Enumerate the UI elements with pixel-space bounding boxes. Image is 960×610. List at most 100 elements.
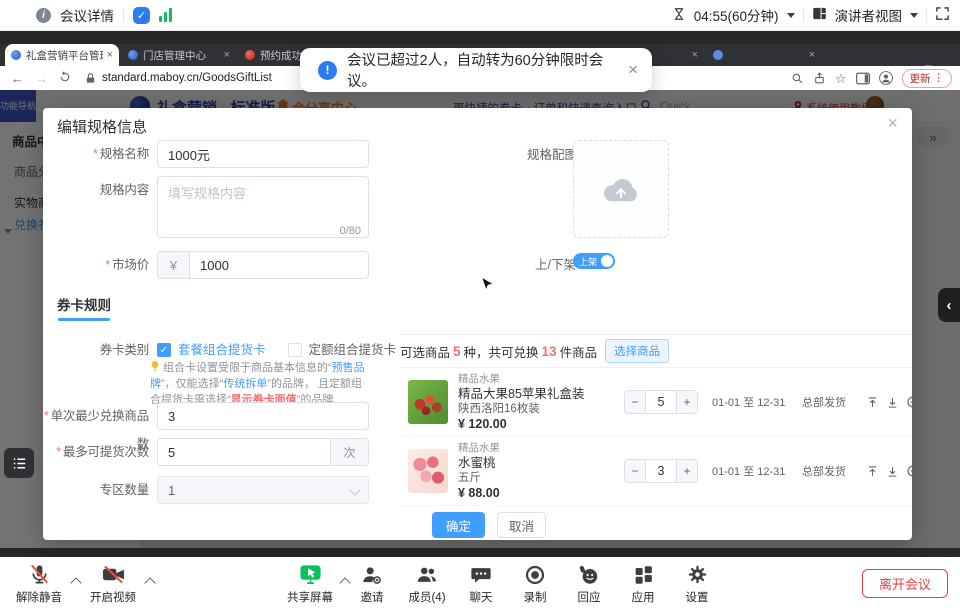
meeting-info-icon[interactable]: i xyxy=(36,8,51,23)
meeting-list-float-button[interactable] xyxy=(4,448,34,478)
zone-count-select[interactable]: 1 xyxy=(157,476,369,504)
unmute-button[interactable]: 解除静音 xyxy=(8,562,70,605)
apps-button[interactable]: 应用 xyxy=(616,562,670,605)
invite-button[interactable]: 邀请 xyxy=(345,562,399,605)
profile-avatar-icon[interactable] xyxy=(879,71,893,85)
browser-tab-gift-admin[interactable]: 礼盒营销平台管理中心 × xyxy=(5,44,119,66)
shelf-toggle[interactable]: 上架 xyxy=(573,253,615,269)
market-price-input[interactable] xyxy=(189,251,369,279)
start-video-button[interactable]: 开启视频 xyxy=(82,562,144,605)
side-panel-icon[interactable] xyxy=(856,72,870,85)
valid-date-range: 01-01 至 12-31 xyxy=(712,463,800,479)
char-counter: 0/80 xyxy=(340,225,361,237)
cloud-upload-icon xyxy=(601,173,641,205)
cancel-button[interactable]: 取消 xyxy=(497,512,546,538)
toast-close-icon[interactable]: × xyxy=(628,60,638,80)
view-mode-label[interactable]: 演讲者视图 xyxy=(835,5,903,25)
remove-icon[interactable] xyxy=(906,464,912,478)
chevron-down-icon xyxy=(349,484,360,495)
settings-button[interactable]: 设置 xyxy=(670,562,724,605)
tab-close-icon[interactable]: × xyxy=(103,49,113,61)
network-signal-icon[interactable] xyxy=(159,8,172,22)
browser-tab-store-admin[interactable]: 门店管理中心 × xyxy=(122,44,236,66)
checkbox-fixed-card-unchecked[interactable] xyxy=(288,343,302,357)
meeting-timer[interactable]: 04:55(60分钟) xyxy=(694,5,779,25)
mouse-cursor xyxy=(480,276,494,299)
reactions-label: 回应 xyxy=(578,589,601,605)
reactions-button[interactable]: 回应 xyxy=(562,562,616,605)
hourglass-icon xyxy=(672,7,686,24)
bookmark-star-icon[interactable]: ☆ xyxy=(835,72,847,85)
meeting-detail-label[interactable]: 会议详情 xyxy=(60,5,114,25)
spec-content-textarea[interactable] xyxy=(157,176,369,238)
spec-name-input[interactable] xyxy=(157,140,369,168)
confirm-button[interactable]: 确定 xyxy=(432,512,485,538)
move-to-bottom-icon[interactable] xyxy=(886,465,899,478)
security-shield-icon[interactable]: ✓ xyxy=(133,7,150,24)
selectable-count: 5 xyxy=(453,344,461,359)
zoom-icon[interactable] xyxy=(791,72,804,85)
move-to-top-icon[interactable] xyxy=(866,465,879,478)
remove-icon[interactable] xyxy=(906,395,912,409)
timer-caret-icon[interactable] xyxy=(787,13,795,18)
increment-button[interactable]: + xyxy=(676,391,697,413)
leave-meeting-button[interactable]: 离开会议 xyxy=(862,569,948,598)
image-upload-dropzone[interactable] xyxy=(573,140,669,238)
back-icon[interactable]: ← xyxy=(11,71,24,86)
invite-person-icon xyxy=(361,562,383,587)
chat-bubble-icon xyxy=(470,562,492,587)
forward-icon[interactable]: → xyxy=(35,71,48,86)
tab-favicon xyxy=(245,50,255,60)
more-icon: ⋮ xyxy=(934,72,945,84)
rules-section-title: 券卡规则 xyxy=(57,294,111,321)
decrement-button[interactable]: − xyxy=(625,460,646,482)
meeting-toast: ! 会议已超过2人，自动转为60分钟限时会议。 × xyxy=(300,48,652,92)
select-products-button[interactable]: 选择商品 xyxy=(605,339,669,363)
tab-title: 礼盒营销平台管理中心 xyxy=(26,48,103,63)
settings-label: 设置 xyxy=(686,589,709,605)
chat-button[interactable]: 聊天 xyxy=(454,562,508,605)
members-icon xyxy=(416,562,438,587)
exchangeable-count: 13 xyxy=(542,344,557,359)
refresh-icon[interactable] xyxy=(59,71,71,86)
share-screen-button[interactable]: 共享屏幕 xyxy=(281,562,339,605)
unmute-label: 解除静音 xyxy=(16,589,62,605)
products-summary: 可选商品5 种，共可兑换13 件商品 选择商品 xyxy=(400,334,912,368)
fullscreen-icon[interactable] xyxy=(935,6,950,24)
quantity-input[interactable] xyxy=(646,460,676,482)
move-to-bottom-icon[interactable] xyxy=(886,396,899,409)
tab-favicon xyxy=(11,50,21,60)
quantity-input[interactable] xyxy=(646,391,676,413)
sidebar-collapse-handle[interactable]: ‹ xyxy=(938,288,960,322)
modal-close-icon[interactable]: × xyxy=(887,114,898,132)
min-exchange-input[interactable] xyxy=(157,402,369,430)
ship-source: 总部发货 xyxy=(802,463,854,479)
toggle-knob xyxy=(601,255,613,267)
record-icon xyxy=(524,562,546,587)
tab-close-icon[interactable]: × xyxy=(220,49,230,61)
increment-button[interactable]: + xyxy=(676,460,697,482)
info-icon: ! xyxy=(318,61,337,80)
share-icon[interactable] xyxy=(813,72,826,85)
unit-suffix: 次 xyxy=(331,438,369,466)
chrome-update-button[interactable]: 更新⋮ xyxy=(902,69,953,88)
members-button[interactable]: 成员(4) xyxy=(400,562,454,605)
tab-close-icon[interactable]: × xyxy=(688,49,698,61)
apps-grid-icon xyxy=(633,562,654,587)
mic-options-chevron-icon[interactable] xyxy=(70,577,81,588)
video-options-chevron-icon[interactable] xyxy=(144,577,155,588)
browser-tab[interactable]: × xyxy=(707,44,821,66)
product-row: 精品水果 精品大果85苹果礼盒装 陕西洛阳16枚装 ¥ 120.00 − + 0… xyxy=(400,368,912,437)
move-to-top-icon[interactable] xyxy=(866,396,879,409)
gear-icon xyxy=(687,562,708,587)
start-video-label: 开启视频 xyxy=(90,589,136,605)
lock-icon xyxy=(85,72,96,85)
view-mode-caret-icon[interactable] xyxy=(910,13,918,18)
product-image-peach xyxy=(408,449,448,493)
url-field[interactable]: standard.maboy.cn/GoodsGiftList xyxy=(85,72,272,85)
tab-close-icon[interactable]: × xyxy=(805,49,815,61)
max-pickup-input[interactable] xyxy=(157,438,331,466)
decrement-button[interactable]: − xyxy=(625,391,646,413)
checkbox-combo-card-checked[interactable]: ✓ xyxy=(157,343,171,357)
record-button[interactable]: 录制 xyxy=(508,562,562,605)
